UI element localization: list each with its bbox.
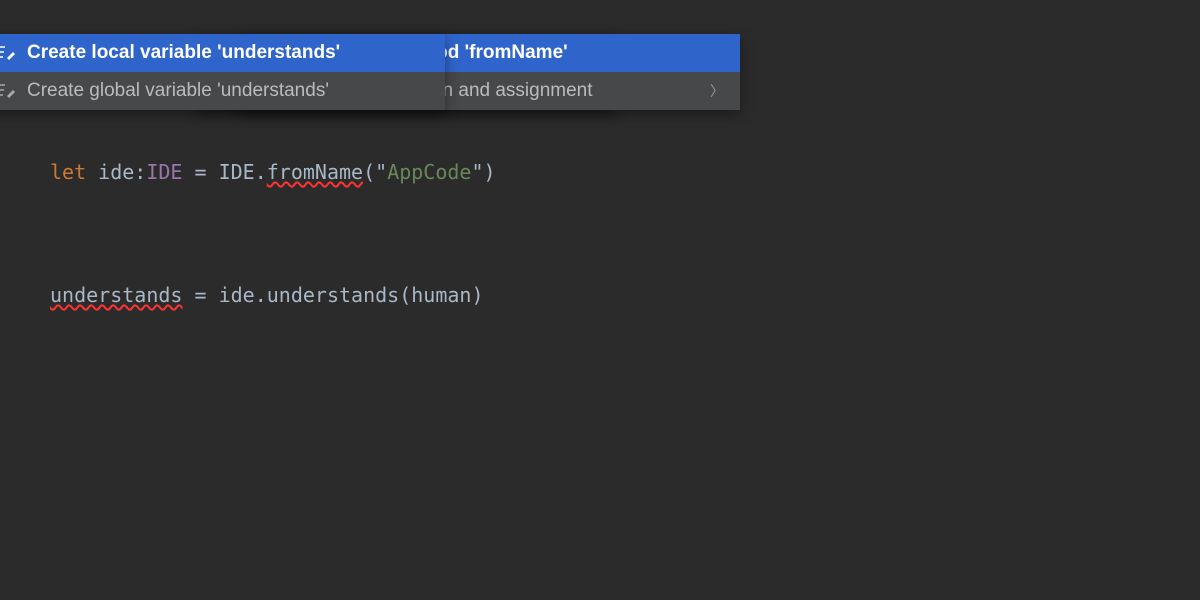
string-close: " (471, 160, 483, 184)
paren-open: ( (399, 283, 411, 307)
method-fromName: fromName (267, 160, 363, 184)
edit-icon (0, 44, 15, 62)
keyword-let: let (50, 160, 86, 184)
paren-close: ) (484, 160, 496, 184)
dot: . (255, 283, 267, 307)
menu-item-label: Create global variable 'understands' (27, 80, 329, 102)
string-value: AppCode (387, 160, 471, 184)
paren-close: ) (471, 283, 483, 307)
code-section-2: let ide:IDE = IDE.fromName("AppCode") Cr… (50, 158, 1150, 186)
variable-understands: understands (50, 283, 182, 307)
arg-human: human (411, 283, 471, 307)
edit-icon (0, 82, 15, 100)
chevron-right-icon: 〉 (686, 81, 724, 101)
code-section-3: understands = ide.understands(human) Cre… (50, 281, 1150, 309)
intention-popup-3: Create local variable 'understands' Crea… (0, 34, 445, 110)
colon: : (134, 160, 146, 184)
equals: = (182, 283, 218, 307)
menu-item-label: Create local variable 'understands' (27, 42, 340, 64)
code-line-2[interactable]: let ide:IDE = IDE.fromName("AppCode") (50, 158, 1150, 186)
menu-item-create-global-var[interactable]: Create global variable 'understands' (0, 72, 445, 110)
menu-item-create-local-var[interactable]: Create local variable 'understands' (0, 34, 445, 72)
qualifier-IDE: IDE (219, 160, 255, 184)
type-annotation-IDE: IDE (146, 160, 182, 184)
method-understands: understands (267, 283, 399, 307)
equals: = (182, 160, 218, 184)
variable-ide: ide (98, 160, 134, 184)
obj-ide: ide (219, 283, 255, 307)
paren-open: ( (363, 160, 375, 184)
code-line-3[interactable]: understands = ide.understands(human) (50, 281, 1150, 309)
string-open: " (375, 160, 387, 184)
dot: . (255, 160, 267, 184)
